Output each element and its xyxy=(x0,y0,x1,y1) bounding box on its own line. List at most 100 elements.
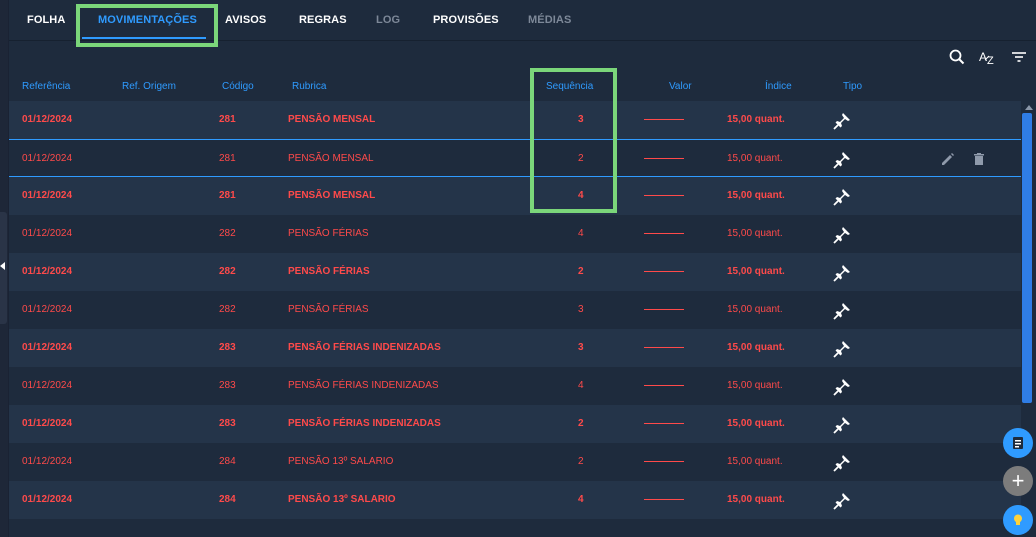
edit-icon[interactable] xyxy=(940,151,956,167)
cell-referencia: 01/12/2024 xyxy=(22,153,73,164)
cell-referencia: 01/12/2024 xyxy=(22,190,73,201)
pin-icon[interactable] xyxy=(832,263,852,283)
cell-referencia: 01/12/2024 xyxy=(22,380,73,391)
cell-valor-empty xyxy=(644,347,684,348)
table-row[interactable]: 01/12/2024 281 PENSÃO MENSAL 2 15,00 quant. xyxy=(9,139,1021,177)
cell-codigo: 284 xyxy=(219,456,236,467)
cell-sequencia: 2 xyxy=(578,153,584,164)
tab-avisos[interactable]: AVISOS xyxy=(225,14,266,30)
cell-rubrica: PENSÃO FÉRIAS INDENIZADAS xyxy=(288,342,441,353)
cell-rubrica: PENSÃO FÉRIAS xyxy=(288,304,369,315)
tab-provisoes[interactable]: PROVISÕES xyxy=(433,14,499,30)
tab-log: LOG xyxy=(376,14,401,26)
add-fab-button[interactable]: + xyxy=(1003,466,1033,496)
cell-indice: 15,00 quant. xyxy=(727,494,785,505)
scroll-thumb[interactable] xyxy=(1022,113,1032,403)
cell-codigo: 282 xyxy=(219,304,236,315)
sort-az-icon[interactable]: AZ xyxy=(979,48,997,67)
cell-valor-empty xyxy=(644,423,684,424)
cell-valor-empty xyxy=(644,119,684,120)
pin-icon[interactable] xyxy=(832,491,852,511)
pin-icon[interactable] xyxy=(832,377,852,397)
cell-referencia: 01/12/2024 xyxy=(22,114,73,125)
pin-icon[interactable] xyxy=(832,339,852,359)
table-row[interactable]: 01/12/2024 283 PENSÃO FÉRIAS INDENIZADAS 2 1… xyxy=(9,405,1021,443)
cell-referencia: 01/12/2024 xyxy=(22,228,73,239)
cell-valor-empty xyxy=(644,271,684,272)
col-tipo[interactable]: Tipo xyxy=(843,81,862,92)
pin-icon[interactable] xyxy=(832,415,852,435)
pin-icon[interactable] xyxy=(832,301,852,321)
cell-valor-empty xyxy=(644,309,684,310)
table-row[interactable]: 01/12/2024 281 PENSÃO MENSAL 3 15,00 quant. xyxy=(9,101,1021,139)
cell-sequencia: 3 xyxy=(578,342,584,353)
table-row[interactable]: 01/12/2024 282 PENSÃO FÉRIAS 3 15,00 quant. xyxy=(9,291,1021,329)
cell-indice: 15,00 quant. xyxy=(727,418,785,429)
cell-valor-empty xyxy=(644,461,684,462)
tab-medias: MÉDIAS xyxy=(528,14,572,26)
tab-folha[interactable]: FOLHA xyxy=(27,14,65,30)
table-row[interactable]: 01/12/2024 284 PENSÃO 13º SALARIO 4 15,00 qu… xyxy=(9,481,1021,519)
cell-codigo: 284 xyxy=(219,494,236,505)
cell-rubrica: PENSÃO FÉRIAS INDENIZADAS xyxy=(288,380,439,391)
cell-indice: 15,00 quant. xyxy=(727,190,785,201)
pin-icon[interactable] xyxy=(832,225,852,245)
cell-sequencia: 4 xyxy=(578,190,584,201)
report-fab-button[interactable] xyxy=(1003,428,1033,458)
cell-rubrica: PENSÃO MENSAL xyxy=(288,153,374,164)
cell-sequencia: 4 xyxy=(578,228,584,239)
add-icon: + xyxy=(1011,468,1025,493)
col-rubrica[interactable]: Rubrica xyxy=(292,81,326,92)
col-codigo[interactable]: Código xyxy=(222,81,254,92)
tips-fab-button[interactable] xyxy=(1003,505,1033,535)
pin-icon[interactable] xyxy=(832,187,852,207)
active-tab-indicator xyxy=(82,37,206,39)
cell-indice: 15,00 quant. xyxy=(727,153,783,164)
pin-icon[interactable] xyxy=(832,453,852,473)
pin-icon[interactable] xyxy=(832,150,852,170)
cell-rubrica: PENSÃO 13º SALARIO xyxy=(288,494,396,505)
cell-sequencia: 4 xyxy=(578,494,584,505)
col-ref-origem[interactable]: Ref. Origem xyxy=(122,81,176,92)
table-row[interactable]: 01/12/2024 282 PENSÃO FÉRIAS 2 15,00 quant. xyxy=(9,253,1021,291)
cell-valor-empty xyxy=(644,195,684,196)
table-row[interactable]: 01/12/2024 282 PENSÃO FÉRIAS 4 15,00 quant. xyxy=(9,215,1021,253)
scroll-up-icon[interactable] xyxy=(1025,105,1033,110)
delete-icon[interactable] xyxy=(971,151,987,167)
cell-codigo: 281 xyxy=(219,190,236,201)
col-referencia[interactable]: Referência xyxy=(22,81,70,92)
cell-indice: 15,00 quant. xyxy=(727,380,783,391)
svg-text:A: A xyxy=(979,50,987,64)
cell-indice: 15,00 quant. xyxy=(727,228,783,239)
col-sequencia[interactable]: Sequência xyxy=(546,81,593,92)
search-icon[interactable] xyxy=(948,48,966,66)
cell-sequencia: 4 xyxy=(578,380,584,391)
col-indice[interactable]: Índice xyxy=(765,81,792,92)
tab-regras[interactable]: REGRAS xyxy=(299,14,347,30)
cell-indice: 15,00 quant. xyxy=(727,342,785,353)
cell-codigo: 283 xyxy=(219,342,236,353)
cell-sequencia: 2 xyxy=(578,418,584,429)
cell-codigo: 282 xyxy=(219,266,236,277)
tab-movimentacoes[interactable]: MOVIMENTAÇÕES xyxy=(98,14,197,30)
filter-icon[interactable] xyxy=(1010,48,1028,66)
table-row[interactable]: 01/12/2024 284 PENSÃO 13º SALARIO 2 15,00 qu… xyxy=(9,443,1021,481)
cell-indice: 15,00 quant. xyxy=(727,456,783,467)
col-valor[interactable]: Valor xyxy=(669,81,692,92)
table-row[interactable]: 01/12/2024 281 PENSÃO MENSAL 4 15,00 quant. xyxy=(9,177,1021,215)
tab-bar: FOLHA MOVIMENTAÇÕES AVISOS REGRAS LOG PR… xyxy=(9,0,1036,41)
table-row[interactable]: 01/12/2024 283 PENSÃO FÉRIAS INDENIZADAS 3 1… xyxy=(9,329,1021,367)
cell-rubrica: PENSÃO MENSAL xyxy=(288,190,376,201)
pin-icon[interactable] xyxy=(832,111,852,131)
cell-indice: 15,00 quant. xyxy=(727,304,783,315)
cell-valor-empty xyxy=(644,158,684,159)
collapse-arrow-icon[interactable] xyxy=(0,262,5,270)
cell-rubrica: PENSÃO FÉRIAS xyxy=(288,266,370,277)
table-row[interactable]: 01/12/2024 283 PENSÃO FÉRIAS INDENIZADAS 4 1… xyxy=(9,367,1021,405)
cell-referencia: 01/12/2024 xyxy=(22,342,73,353)
report-icon xyxy=(1013,437,1023,449)
cell-sequencia: 3 xyxy=(578,304,584,315)
cell-codigo: 281 xyxy=(219,114,236,125)
cell-codigo: 283 xyxy=(219,418,236,429)
movements-panel: FOLHA MOVIMENTAÇÕES AVISOS REGRAS LOG PR… xyxy=(9,0,1036,537)
